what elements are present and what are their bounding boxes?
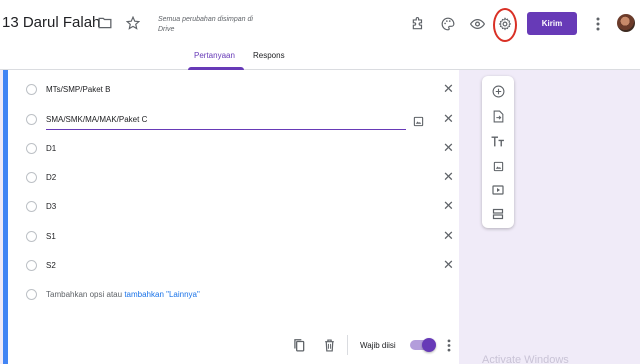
option-row: D1 ✕ [23,139,454,159]
folder-icon[interactable] [94,12,116,34]
add-option-row: Tambahkan opsi atau tambahkan "Lainnya" [23,285,453,305]
tab-questions[interactable]: Pertanyaan [194,51,235,60]
remove-option-icon[interactable]: ✕ [443,170,454,184]
remove-option-icon[interactable]: ✕ [443,229,454,243]
add-video-icon[interactable] [489,181,507,199]
remove-option-icon[interactable]: ✕ [443,82,454,96]
or-text: atau [106,290,123,299]
add-option-text: Tambahkan opsi atau tambahkan "Lainnya" [46,290,200,299]
add-option-link[interactable]: Tambahkan opsi [46,290,104,299]
add-other-link[interactable]: tambahkan "Lainnya" [124,290,200,299]
form-title[interactable]: 13 Darul Falah [2,14,100,31]
add-section-icon[interactable] [489,205,507,223]
question-card[interactable]: MTs/SMP/Paket B ✕ SMA/SMK/MA/MAK/Paket C… [3,70,459,364]
option-label[interactable]: D2 [46,173,56,182]
more-vert-icon[interactable] [587,13,609,35]
required-label: Wajib diisi [360,341,396,350]
send-button[interactable]: Kirim [527,12,577,35]
radio-circle-icon [26,201,37,212]
radio-circle-icon [26,172,37,183]
option-label[interactable]: S2 [46,261,56,270]
floating-toolbar [482,76,514,228]
option-label[interactable]: D3 [46,202,56,211]
import-questions-icon[interactable] [489,107,507,125]
question-footer: Wajib diisi [8,326,459,364]
option-label[interactable]: MTs/SMP/Paket B [46,85,110,94]
avatar[interactable] [617,14,635,32]
tab-bar: Pertanyaan Respons [0,48,640,70]
radio-circle-icon [26,231,37,242]
remove-option-icon[interactable]: ✕ [443,258,454,272]
tab-responses[interactable]: Respons [253,51,285,60]
option-row: S1 ✕ [23,227,454,247]
add-image-icon[interactable] [413,114,424,127]
more-vert-icon[interactable] [441,337,457,353]
option-label[interactable]: D1 [46,144,56,153]
option-row: S2 ✕ [23,256,454,276]
add-title-icon[interactable] [489,132,507,150]
radio-circle-icon [26,84,37,95]
option-row: D3 ✕ [23,197,454,217]
add-image-icon[interactable] [489,157,507,175]
highlight-circle [493,8,517,42]
remove-option-icon[interactable]: ✕ [443,141,454,155]
input-underline [46,129,406,130]
radio-circle-icon [26,260,37,271]
remove-option-icon[interactable]: ✕ [443,112,454,126]
delete-icon[interactable] [321,337,337,353]
option-label[interactable]: S1 [46,232,56,241]
toggle-knob [422,338,436,352]
remove-option-icon[interactable]: ✕ [443,199,454,213]
option-input[interactable]: SMA/SMK/MA/MAK/Paket C [46,115,147,124]
footer-divider [347,335,348,355]
option-row: MTs/SMP/Paket B ✕ [23,80,454,100]
radio-circle-icon [26,143,37,154]
addon-puzzle-icon[interactable] [407,13,429,35]
save-status: Semua perubahan disimpan di Drive [158,16,253,33]
app-header: 13 Darul Falah Semua perubahan disimpan … [0,0,640,70]
duplicate-icon[interactable] [291,337,307,353]
star-icon[interactable] [122,12,144,34]
add-question-icon[interactable] [489,82,507,100]
radio-circle-icon [26,289,37,300]
option-row: SMA/SMK/MA/MAK/Paket C ✕ [23,110,454,130]
option-row: D2 ✕ [23,168,454,188]
radio-circle-icon [26,114,37,125]
palette-icon[interactable] [437,13,459,35]
required-toggle[interactable] [410,338,436,352]
preview-eye-icon[interactable] [466,13,488,35]
windows-activation-watermark: Activate Windows [482,354,569,364]
